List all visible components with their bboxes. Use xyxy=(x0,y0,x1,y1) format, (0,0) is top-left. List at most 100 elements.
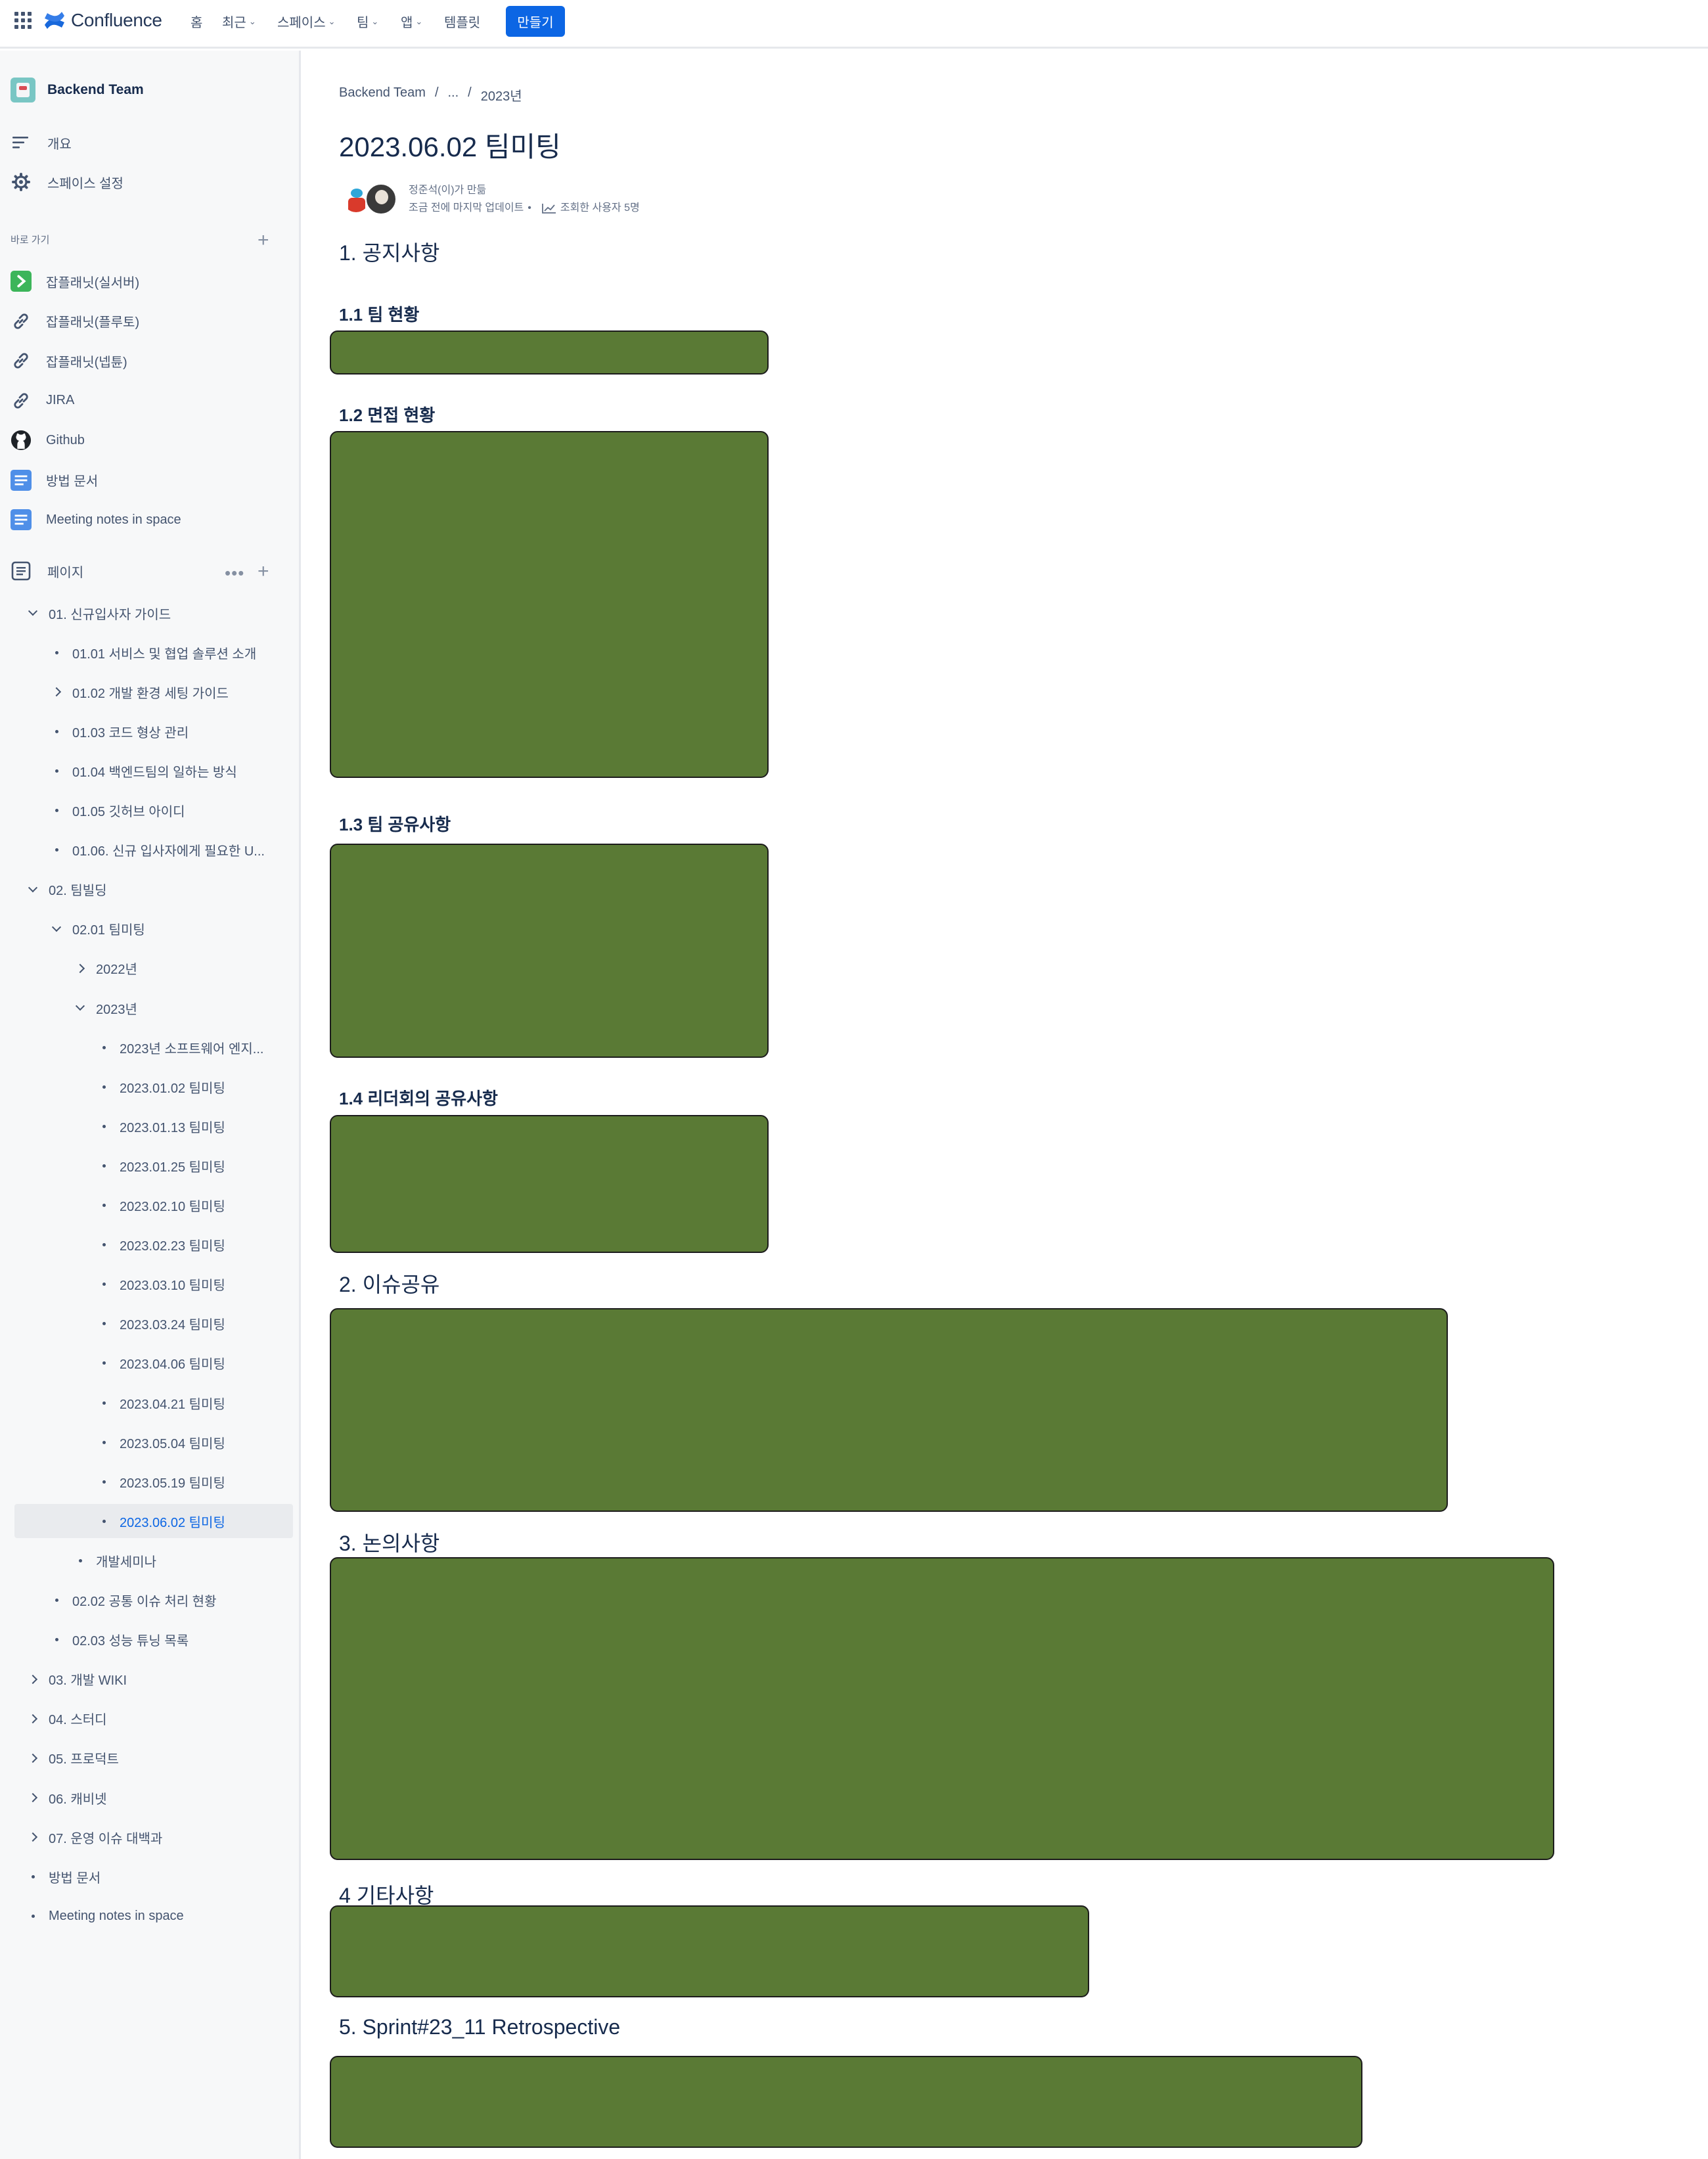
page-tree-item[interactable]: 2023.05.19 팀미팅 xyxy=(0,1465,301,1499)
nav-templates-label: 템플릿 xyxy=(444,15,481,30)
page-tree-item[interactable]: 06. 캐비넷 xyxy=(0,1781,301,1815)
chevron-right-icon[interactable] xyxy=(25,1714,41,1723)
sidebar-item-overview[interactable]: 개요 xyxy=(11,132,72,153)
chevron-down-icon[interactable] xyxy=(25,882,41,893)
page-tree-item[interactable]: 2023.05.04 팀미팅 xyxy=(0,1425,301,1459)
page-tree-label: 2023.01.25 팀미팅 xyxy=(120,1160,225,1175)
page-tree-item[interactable]: 2023.02.10 팀미팅 xyxy=(0,1189,301,1223)
page-tree-item[interactable]: 2023.06.02 팀미팅 xyxy=(14,1504,293,1539)
page-tree-label: 2022년 xyxy=(96,963,137,978)
page-tree-item[interactable]: 2023.01.02 팀미팅 xyxy=(0,1070,301,1104)
chevron-right-icon[interactable] xyxy=(25,1832,41,1842)
page-tree-item[interactable]: 2023.03.24 팀미팅 xyxy=(0,1307,301,1341)
page-tree-item[interactable]: 05. 프로덕트 xyxy=(0,1741,301,1775)
page-tree-label: 01.01 서비스 및 협업 솔루션 소개 xyxy=(72,647,257,662)
heading-discussion: 3. 논의사항 xyxy=(339,1532,440,1555)
chevron-down-icon[interactable] xyxy=(72,1001,88,1011)
nav-templates[interactable]: 템플릿 xyxy=(444,12,480,30)
page-tree-label: 04. 스터디 xyxy=(49,1713,107,1728)
page-tree-item[interactable]: 02.02 공통 이슈 처리 현황 xyxy=(0,1583,301,1618)
nav-apps[interactable]: 앱 ⌄ xyxy=(401,12,422,30)
page-tree-item[interactable]: 07. 운영 이슈 대백과 xyxy=(0,1820,301,1854)
top-navigation: Confluence 홈 최근 ⌄ 스페이스 ⌄ 팀 ⌄ 앱 ⌄ 템플릿 만들기 xyxy=(0,0,1708,49)
chevron-right-icon[interactable] xyxy=(25,1674,41,1684)
add-shortcut-icon[interactable]: + xyxy=(258,231,269,250)
page-tree-item[interactable]: 2023년 소프트웨어 엔지... xyxy=(0,1030,301,1064)
shortcut-item[interactable]: 잡플래닛(플루토) xyxy=(11,311,139,332)
page-tree-item[interactable]: 2023년 xyxy=(0,991,301,1025)
page-tree-item[interactable]: 02.03 성능 튜닝 목록 xyxy=(0,1623,301,1657)
page-tree-item[interactable]: 2023.02.23 팀미팅 xyxy=(0,1228,301,1262)
shortcut-item[interactable]: Github xyxy=(11,430,85,451)
author-text[interactable]: 정준석(이)가 만듦 xyxy=(409,181,640,199)
page-tree-item[interactable]: 01.02 개발 환경 세팅 가이드 xyxy=(0,675,301,709)
chevron-right-icon[interactable] xyxy=(25,1792,41,1803)
page-tree-item[interactable]: 01.01 서비스 및 협업 솔루션 소개 xyxy=(0,635,301,670)
page-tree-item[interactable]: 02. 팀빌딩 xyxy=(0,873,301,907)
chevron-down-icon: ⌄ xyxy=(328,16,336,26)
nav-spaces[interactable]: 스페이스 ⌄ xyxy=(277,12,336,30)
redacted-block xyxy=(330,1905,1089,1997)
page-tree-label: 02.02 공통 이슈 처리 현황 xyxy=(72,1595,217,1609)
shortcut-item[interactable]: 방법 문서 xyxy=(11,469,99,491)
page-tree-item[interactable]: 01.03 코드 형상 관리 xyxy=(0,714,301,748)
shortcut-label: 방법 문서 xyxy=(46,474,99,489)
page-tree-item[interactable]: 2023.04.21 팀미팅 xyxy=(0,1386,301,1420)
page-tree-item[interactable]: 2023.04.06 팀미팅 xyxy=(0,1346,301,1380)
viewers-count[interactable]: 조회한 사용자 5명 xyxy=(560,199,640,217)
chevron-down-icon[interactable] xyxy=(49,922,64,932)
chevron-right-icon[interactable] xyxy=(72,963,88,973)
bullet-icon xyxy=(96,1361,112,1365)
page-tree-item[interactable]: 2023.01.25 팀미팅 xyxy=(0,1148,301,1183)
breadcrumb-space-link[interactable]: Backend Team xyxy=(339,85,426,104)
create-button[interactable]: 만들기 xyxy=(506,6,565,37)
page-tree-label: 02.03 성능 튜닝 목록 xyxy=(72,1634,189,1649)
shortcut-label: Github xyxy=(46,432,85,447)
heading-leader-meeting: 1.4 리더회의 공유사항 xyxy=(339,1089,498,1108)
page-tree-label: 2023.01.02 팀미팅 xyxy=(120,1081,225,1096)
page-tree-item[interactable]: 01.05 깃허브 아이디 xyxy=(0,794,301,828)
breadcrumb-parent-link[interactable]: 2023년 xyxy=(481,85,522,104)
page-tree-item[interactable]: 방법 문서 xyxy=(0,1859,301,1894)
bullet-icon xyxy=(96,1283,112,1286)
page-title: 2023.06.02 팀미팅 xyxy=(339,131,561,162)
nav-home[interactable]: 홈 xyxy=(191,12,202,30)
bullet-icon xyxy=(49,1638,64,1642)
sidebar-item-space-settings[interactable]: 스페이스 설정 xyxy=(11,171,124,193)
page-tree-item[interactable]: 04. 스터디 xyxy=(0,1702,301,1736)
add-page-icon[interactable]: + xyxy=(258,562,269,581)
space-header[interactable]: Backend Team xyxy=(11,78,144,102)
shortcut-item[interactable]: Meeting notes in space xyxy=(11,509,181,530)
nav-recent[interactable]: 최근 ⌄ xyxy=(222,12,256,30)
page-tree-item[interactable]: 개발세미나 xyxy=(0,1543,301,1578)
page-tree-label: 02. 팀빌딩 xyxy=(49,884,107,899)
page-tree-label: 2023.03.24 팀미팅 xyxy=(120,1318,225,1333)
chevron-down-icon[interactable] xyxy=(25,606,41,616)
sidebar-item-pages[interactable]: 페이지 xyxy=(11,560,83,581)
nav-teams[interactable]: 팀 ⌄ xyxy=(357,12,378,30)
shortcut-item[interactable]: JIRA xyxy=(11,390,74,411)
page-tree-item[interactable]: 01. 신규입사자 가이드 xyxy=(0,596,301,630)
more-actions-icon[interactable]: ••• xyxy=(225,564,244,581)
contributor-avatar[interactable] xyxy=(365,183,397,215)
page-tree-item[interactable]: 03. 개발 WIKI xyxy=(0,1662,301,1696)
shortcut-item[interactable]: 잡플래닛(넵튠) xyxy=(11,350,127,371)
chevron-right-icon[interactable] xyxy=(49,687,64,697)
bullet-icon xyxy=(96,1519,112,1523)
page-tree-item[interactable]: 01.04 백엔드팀의 일하는 방식 xyxy=(0,754,301,788)
app-switcher-icon[interactable] xyxy=(14,12,32,29)
confluence-logo[interactable]: Confluence xyxy=(43,9,162,32)
chevron-right-icon[interactable] xyxy=(25,1753,41,1763)
document-icon xyxy=(11,469,32,491)
page-tree-item[interactable]: 2022년 xyxy=(0,951,301,986)
page-tree-label: 2023.06.02 팀미팅 xyxy=(120,1515,225,1530)
page-tree-item[interactable]: 2023.03.10 팀미팅 xyxy=(0,1267,301,1302)
page-tree-item[interactable]: 02.01 팀미팅 xyxy=(0,912,301,946)
shortcut-item[interactable]: 잡플래닛(실서버) xyxy=(11,271,139,292)
breadcrumb-ellipsis[interactable]: ... xyxy=(448,85,459,104)
heading-team-status: 1.1 팀 현황 xyxy=(339,305,420,325)
page-tree-item[interactable]: Meeting notes in space xyxy=(0,1899,301,1933)
heading-notices: 1. 공지사항 xyxy=(339,241,440,265)
page-tree-item[interactable]: 2023.01.13 팀미팅 xyxy=(0,1109,301,1143)
page-tree-item[interactable]: 01.06. 신규 입사자에게 필요한 U... xyxy=(0,833,301,867)
